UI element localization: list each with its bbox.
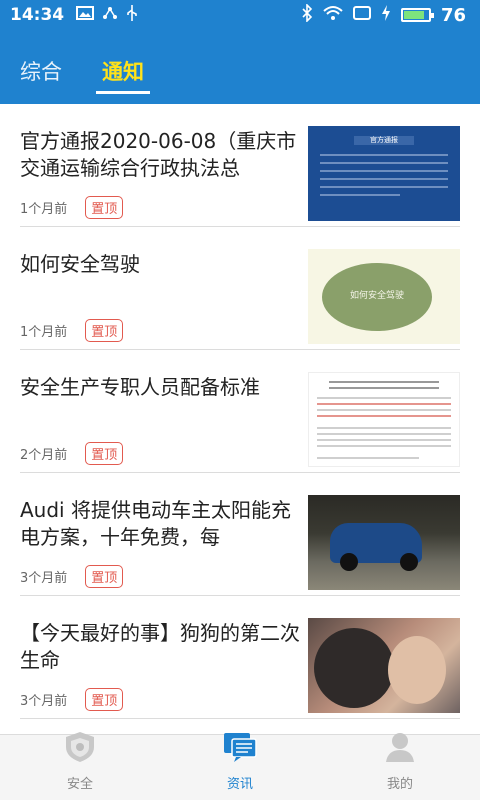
battery-fill (403, 11, 424, 19)
tab-bar: 综合 通知 (0, 30, 480, 104)
article-thumbnail: 如何安全驾驶 (308, 249, 460, 344)
status-time: 14:34 (10, 5, 65, 25)
thumbnail-caption: 官方通报 (354, 136, 414, 145)
article-time: 1个月前 (20, 202, 68, 217)
article-meta: 1个月前 置顶 (20, 319, 124, 342)
nav-label: 安全 (66, 777, 93, 792)
pinned-badge: 置顶 (85, 442, 124, 465)
pinned-badge: 置顶 (85, 319, 124, 342)
screen-icon (352, 5, 371, 25)
article-time: 1个月前 (20, 325, 68, 340)
article-thumbnail: 官方通报 (308, 126, 460, 221)
pinned-badge: 置顶 (85, 565, 124, 588)
tab-general[interactable]: 综合 (20, 56, 62, 104)
bluetooth-icon (301, 2, 313, 27)
nav-safety[interactable]: 安全 (0, 732, 160, 800)
shield-icon (63, 731, 97, 773)
list-item[interactable]: 如何安全驾驶 1个月前 置顶 如何安全驾驶 (20, 227, 460, 350)
dog-image (314, 628, 394, 708)
user-icon (384, 731, 416, 773)
article-list[interactable]: 官方通报2020-06-08（重庆市交通运输综合行政执法总 1个月前 置顶 官方… (0, 104, 480, 734)
usb-icon (126, 4, 138, 27)
article-title: 如何安全驾驶 (20, 252, 140, 276)
article-meta: 3个月前 置顶 (20, 688, 124, 711)
list-item[interactable]: Audi 将提供电动车主太阳能充电方案，十年免费，每 3个月前 置顶 (20, 473, 460, 596)
image-icon (76, 5, 95, 25)
article-time: 2个月前 (20, 448, 68, 463)
app-header: 14:34 76 综合 通知 (0, 0, 480, 104)
nav-news[interactable]: 资讯 (160, 733, 320, 800)
nav-label: 我的 (386, 777, 413, 792)
article-meta: 1个月前 置顶 (20, 196, 124, 219)
wifi-icon (323, 5, 343, 26)
list-item[interactable]: 【今天最好的事】狗狗的第二次生命 3个月前 置顶 (20, 596, 460, 719)
bottom-nav: 安全 资讯 我的 (0, 732, 480, 800)
list-item[interactable]: 官方通报2020-06-08（重庆市交通运输综合行政执法总 1个月前 置顶 官方… (20, 104, 460, 227)
nav-profile[interactable]: 我的 (320, 733, 480, 800)
battery-icon (400, 8, 434, 22)
status-bar: 14:34 76 (0, 0, 480, 30)
thumbnail-caption: 如何安全驾驶 (322, 263, 432, 331)
article-thumbnail (308, 495, 460, 590)
article-thumbnail (308, 618, 460, 713)
article-meta: 3个月前 置顶 (20, 565, 124, 588)
article-title: 【今天最好的事】狗狗的第二次生命 (20, 621, 300, 672)
list-item[interactable]: 安全生产专职人员配备标准 2个月前 置顶 (20, 350, 460, 473)
article-title: Audi 将提供电动车主太阳能充电方案，十年免费，每 (20, 498, 291, 549)
nav-label: 资讯 (226, 777, 253, 792)
article-title: 安全生产专职人员配备标准 (20, 375, 260, 399)
article-time: 3个月前 (20, 571, 68, 586)
article-thumbnail (308, 372, 460, 467)
tab-notice[interactable]: 通知 (96, 56, 150, 104)
pinned-badge: 置顶 (85, 688, 124, 711)
share-icon (102, 5, 118, 26)
news-chat-icon (222, 731, 258, 773)
face-image (388, 636, 446, 704)
pinned-badge: 置顶 (85, 196, 124, 219)
article-meta: 2个月前 置顶 (20, 442, 124, 465)
charging-icon (381, 4, 391, 26)
battery-percent: 76 (440, 4, 466, 26)
article-title: 官方通报2020-06-08（重庆市交通运输综合行政执法总 (20, 129, 297, 180)
article-time: 3个月前 (20, 694, 68, 709)
